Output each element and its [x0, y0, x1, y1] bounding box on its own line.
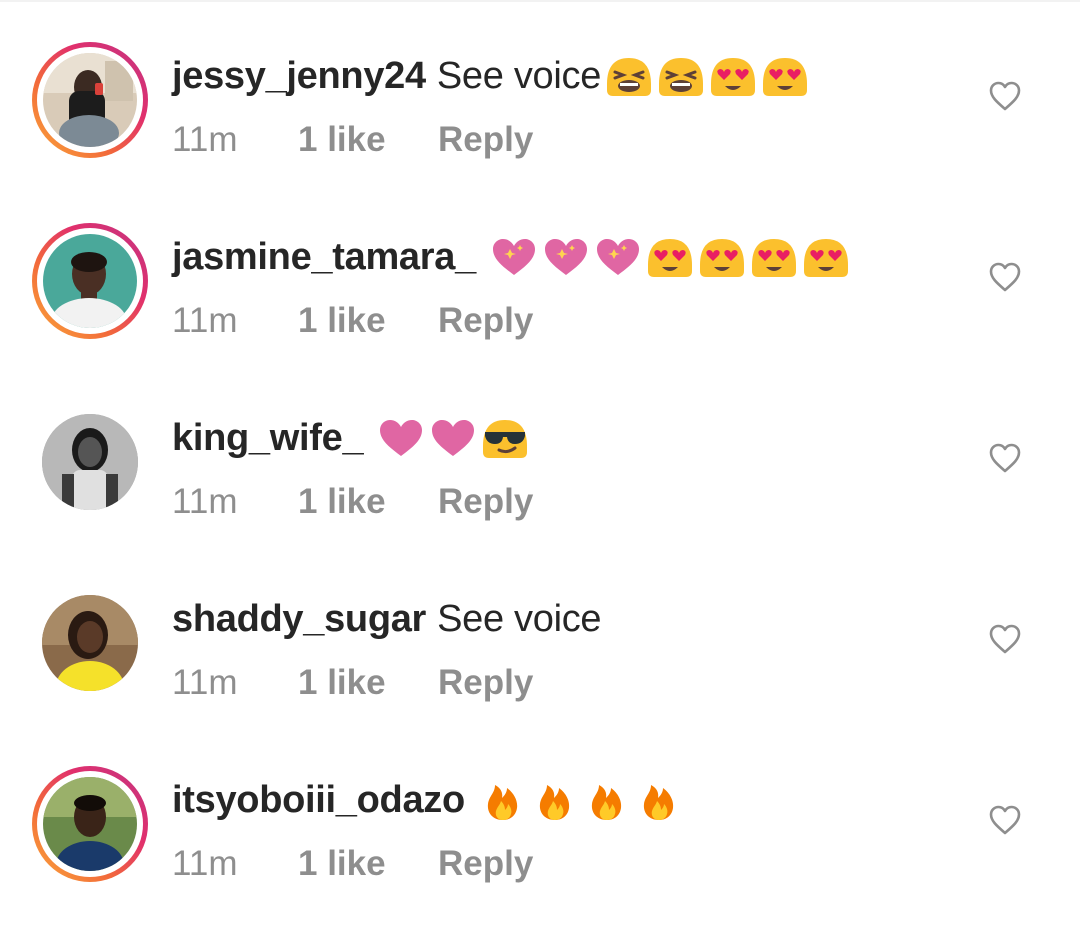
- emoji-group: [488, 231, 852, 283]
- comment-meta: 11m 1 like Reply: [172, 842, 533, 886]
- reply-button[interactable]: Reply: [438, 663, 533, 703]
- heart-outline-icon[interactable]: [988, 804, 1022, 836]
- comment-item: jessy_jenny24 See voice 11m 1 like Reply: [0, 0, 1080, 181]
- timestamp: 11m: [172, 482, 238, 521]
- likes-count-link[interactable]: 1 like: [298, 301, 438, 341]
- fire-emoji: [581, 774, 633, 826]
- tired-face-emoji: [603, 50, 655, 102]
- avatar-story-ring[interactable]: [32, 42, 148, 158]
- comment-item: king_wife_ 11m 1 like Reply: [0, 362, 1080, 543]
- avatar[interactable]: [43, 53, 137, 147]
- heart-outline-icon[interactable]: [988, 442, 1022, 474]
- tired-face-emoji: [655, 50, 707, 102]
- avatar[interactable]: [43, 234, 137, 328]
- heart-eyes-emoji: [644, 231, 696, 283]
- avatar[interactable]: [43, 777, 137, 871]
- timestamp: 11m: [172, 120, 238, 159]
- fire-emoji: [477, 774, 529, 826]
- comment-text-line: king_wife_: [172, 414, 531, 462]
- avatar[interactable]: [42, 595, 138, 691]
- comment-body: See voice: [437, 597, 602, 640]
- comment-item: itsyoboiii_odazo 11m 1 like Reply: [0, 724, 1080, 905]
- reply-button[interactable]: Reply: [438, 844, 533, 884]
- fire-emoji: [633, 774, 685, 826]
- timestamp: 11m: [172, 663, 238, 702]
- heart-outline-icon[interactable]: [988, 80, 1022, 112]
- username-link[interactable]: shaddy_sugar: [172, 598, 426, 641]
- heart-eyes-emoji: [759, 50, 811, 102]
- reply-button[interactable]: Reply: [438, 301, 533, 341]
- username-link[interactable]: itsyoboiii_odazo: [172, 779, 465, 822]
- comment-body: See voice: [436, 54, 602, 97]
- avatar-container[interactable]: [32, 404, 148, 520]
- sparkling-heart-emoji: [540, 231, 592, 283]
- heart-outline-icon[interactable]: [988, 623, 1022, 655]
- comment-item: shaddy_sugar See voice 11m 1 like Reply: [0, 543, 1080, 724]
- reply-button[interactable]: Reply: [438, 120, 533, 160]
- avatar-story-ring[interactable]: [32, 766, 148, 882]
- timestamp: 11m: [172, 844, 238, 883]
- emoji-group: [477, 774, 685, 826]
- username-link[interactable]: jasmine_tamara_: [172, 236, 476, 279]
- comment-text-line: shaddy_sugar See voice: [172, 595, 602, 643]
- likes-count-link[interactable]: 1 like: [298, 844, 438, 884]
- sunglasses-emoji: [479, 412, 531, 464]
- comment-item: jasmine_tamara_ 11m 1 like Reply: [0, 181, 1080, 362]
- avatar-container[interactable]: [32, 585, 148, 701]
- avatar[interactable]: [42, 414, 138, 510]
- likes-count-link[interactable]: 1 like: [298, 120, 438, 160]
- comment-meta: 11m 1 like Reply: [172, 661, 533, 705]
- username-link[interactable]: king_wife_: [172, 417, 364, 460]
- avatar-story-ring[interactable]: [32, 223, 148, 339]
- reply-button[interactable]: Reply: [438, 482, 533, 522]
- pink-heart-emoji: [427, 412, 479, 464]
- sparkling-heart-emoji: [488, 231, 540, 283]
- likes-count-link[interactable]: 1 like: [298, 482, 438, 522]
- comment-text-line: jasmine_tamara_: [172, 233, 852, 281]
- likes-count-link[interactable]: 1 like: [298, 663, 438, 703]
- heart-eyes-emoji: [696, 231, 748, 283]
- comment-meta: 11m 1 like Reply: [172, 299, 533, 343]
- sparkling-heart-emoji: [592, 231, 644, 283]
- emoji-group: [603, 50, 811, 102]
- comment-text-line: itsyoboiii_odazo: [172, 776, 685, 824]
- heart-eyes-emoji: [707, 50, 759, 102]
- fire-emoji: [529, 774, 581, 826]
- comment-text-line: jessy_jenny24 See voice: [172, 52, 811, 100]
- heart-outline-icon[interactable]: [988, 261, 1022, 293]
- heart-eyes-emoji: [800, 231, 852, 283]
- username-link[interactable]: jessy_jenny24: [172, 55, 426, 98]
- pink-heart-emoji: [375, 412, 427, 464]
- comment-meta: 11m 1 like Reply: [172, 118, 533, 162]
- heart-eyes-emoji: [748, 231, 800, 283]
- emoji-group: [375, 412, 531, 464]
- timestamp: 11m: [172, 301, 238, 340]
- comment-meta: 11m 1 like Reply: [172, 480, 533, 524]
